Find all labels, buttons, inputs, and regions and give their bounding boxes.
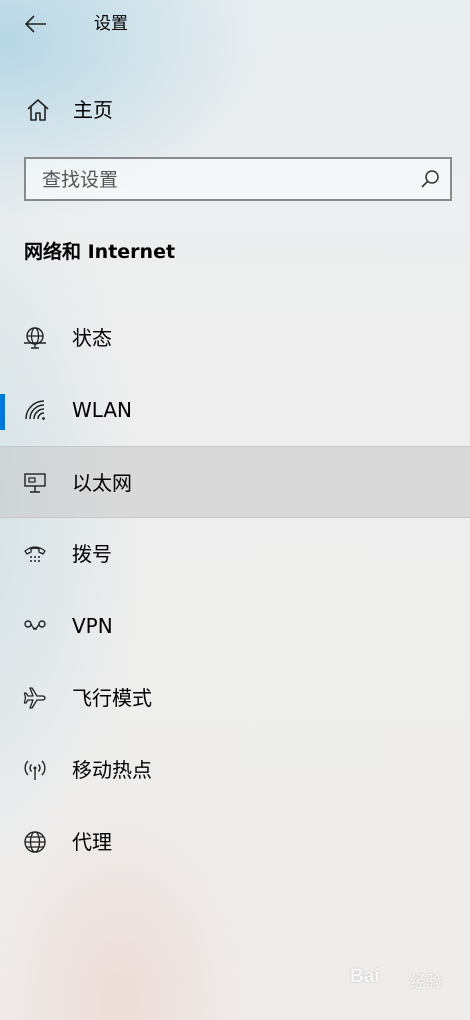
globe-icon bbox=[24, 831, 46, 853]
nav-item-label: 以太网 bbox=[72, 471, 132, 495]
title-bar: 设置 bbox=[0, 0, 470, 48]
nav-item-status[interactable]: 状态 bbox=[0, 302, 470, 374]
nav-item-mobile-hotspot[interactable]: 移动热点 bbox=[0, 734, 470, 806]
vpn-icon bbox=[24, 620, 46, 630]
window-title: 设置 bbox=[94, 14, 128, 34]
back-button[interactable] bbox=[18, 8, 54, 40]
nav-item-vpn[interactable]: VPN bbox=[0, 590, 470, 662]
nav-item-airplane-mode[interactable]: 飞行模式 bbox=[0, 662, 470, 734]
home-label: 主页 bbox=[73, 98, 113, 122]
home-icon bbox=[27, 99, 49, 121]
nav-item-dialup[interactable]: 拨号 bbox=[0, 518, 470, 590]
watermark-text: Bai bbox=[350, 966, 380, 987]
hotspot-icon bbox=[24, 760, 46, 780]
nav-item-label: 飞行模式 bbox=[72, 686, 152, 710]
section-title: 网络和 Internet bbox=[24, 241, 176, 263]
back-arrow-icon bbox=[25, 15, 46, 33]
ethernet-icon bbox=[24, 473, 46, 493]
search-icon[interactable] bbox=[420, 169, 440, 189]
nav-item-label: VPN bbox=[72, 614, 113, 638]
nav-item-label: 状态 bbox=[72, 326, 112, 350]
globe-status-icon bbox=[24, 327, 46, 349]
nav-item-label: 拨号 bbox=[72, 542, 112, 566]
nav-item-label: 移动热点 bbox=[72, 758, 152, 782]
selection-indicator bbox=[0, 394, 5, 430]
watermark: Bai 经验 bbox=[350, 956, 450, 996]
nav-item-proxy[interactable]: 代理 bbox=[0, 806, 470, 878]
airplane-icon bbox=[23, 687, 46, 709]
wifi-icon bbox=[25, 400, 45, 420]
nav-item-label: WLAN bbox=[72, 398, 133, 422]
nav-item-ethernet[interactable]: 以太网 bbox=[0, 446, 470, 518]
dialup-icon bbox=[24, 546, 46, 562]
nav-item-label: 代理 bbox=[72, 830, 112, 854]
watermark-sub: 经验 bbox=[410, 972, 443, 991]
search-input[interactable] bbox=[40, 159, 414, 201]
nav-item-wlan[interactable]: WLAN bbox=[0, 374, 470, 446]
search-box[interactable] bbox=[24, 157, 452, 201]
home-link[interactable]: 主页 bbox=[0, 84, 470, 136]
